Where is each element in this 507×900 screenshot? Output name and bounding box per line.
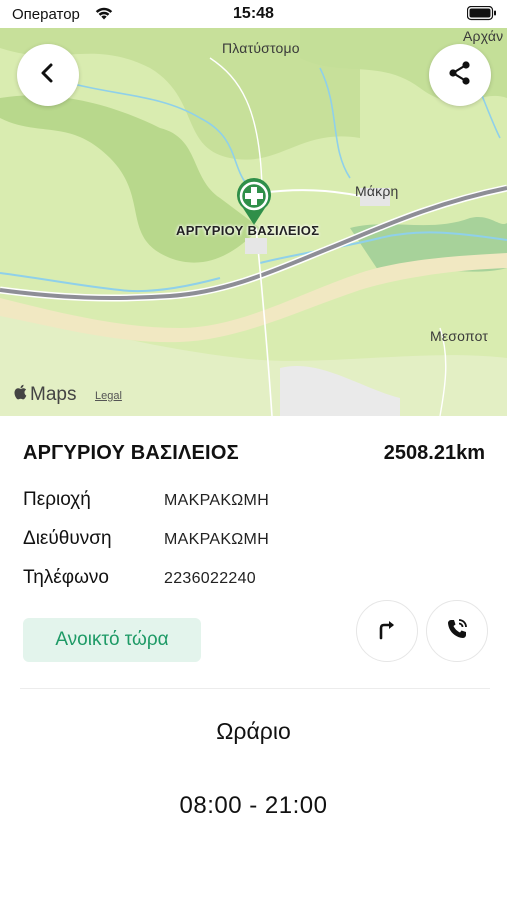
map-place-label: Πλατύστομο: [222, 40, 300, 56]
phone-call-icon: [445, 617, 469, 646]
directions-button[interactable]: [356, 600, 418, 662]
legal-link[interactable]: Legal: [95, 390, 122, 402]
status-bar: Оператор 15:48: [0, 0, 507, 28]
maps-label: Maps: [30, 384, 77, 405]
hours-title: Ωράριο: [216, 718, 291, 744]
call-button[interactable]: [426, 600, 488, 662]
turn-right-icon: [375, 617, 399, 646]
pin-label: ΑΡΓΥΡΙΟΥ ΒΑΣΙΛΕΙΟΣ: [176, 223, 320, 238]
open-status-badge: Ανοικτό τώρα: [23, 618, 201, 662]
phone-value[interactable]: 2236022240: [164, 570, 256, 588]
chevron-left-icon: [37, 62, 59, 89]
distance-label: 2508.21km: [383, 442, 485, 464]
map-place-label: Αρχάν: [463, 28, 504, 44]
area-value: ΜΑΚΡΑΚΩΜΗ: [164, 492, 270, 509]
map-place-label: Μεσοποτ: [430, 328, 489, 344]
phone-label: Τηλέφωνο: [23, 567, 109, 588]
hours-value: 08:00 - 21:00: [179, 792, 328, 819]
battery-icon: [466, 5, 497, 26]
pharmacy-name: ΑΡΓΥΡΙΟΥ ΒΑΣΙΛΕΙΟΣ: [23, 442, 239, 464]
pharmacy-pin-icon[interactable]: [234, 178, 274, 226]
address-label: Διεύθυνση: [23, 528, 112, 549]
map-view[interactable]: Πλατύστομο Αρχάν Μάκρη Μεσοποτ ΑΡΓΥΡΙΟΥ …: [0, 28, 507, 416]
map-place-label: Μάκρη: [355, 183, 399, 199]
status-time: 15:48: [233, 5, 274, 22]
divider: [20, 688, 490, 689]
area-label: Περιοχή: [23, 489, 91, 510]
back-button[interactable]: [17, 44, 79, 106]
share-icon: [447, 60, 473, 91]
share-button[interactable]: [429, 44, 491, 106]
address-value: ΜΑΚΡΑΚΩΜΗ: [164, 531, 270, 548]
apple-icon: [14, 384, 28, 406]
maps-attribution: Maps: [14, 384, 76, 406]
